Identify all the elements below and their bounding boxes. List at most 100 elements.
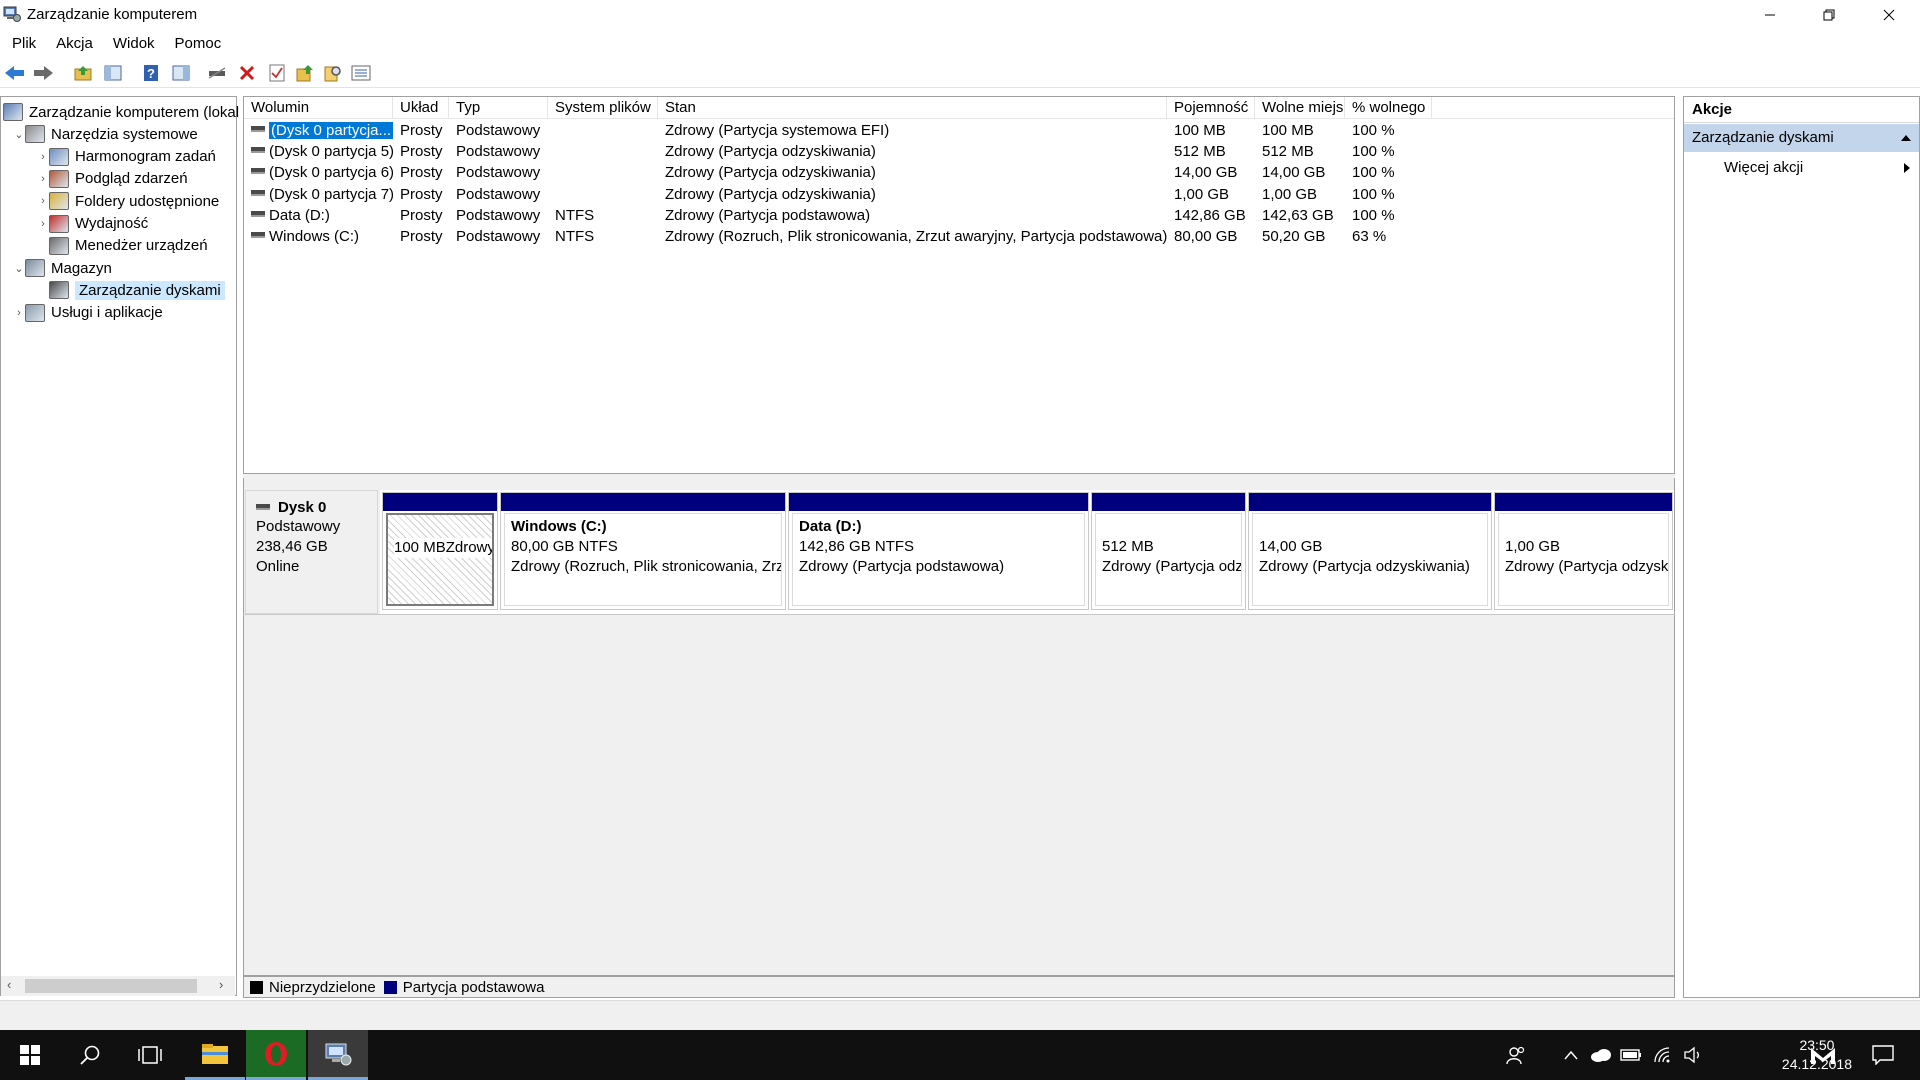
people-button[interactable] bbox=[1496, 1030, 1536, 1080]
volume-cell: Zdrowy (Partycja odzyskiwania) bbox=[665, 164, 876, 182]
volume-cell: Zdrowy (Partycja podstawowa) bbox=[665, 206, 871, 224]
actions-pane: Akcje Zarządzanie dyskami Więcej akcji bbox=[1683, 96, 1920, 998]
forward-button[interactable] bbox=[32, 62, 54, 84]
volume-button[interactable] bbox=[1676, 1030, 1710, 1080]
connect-button[interactable] bbox=[206, 62, 228, 84]
column-header[interactable]: Wolumin bbox=[244, 97, 393, 119]
menu-bar: Plik Akcja Widok Pomoc bbox=[0, 30, 1920, 57]
battery-icon bbox=[1620, 1049, 1641, 1061]
expand-chevron-icon[interactable]: ⌄ bbox=[13, 128, 25, 141]
partition-block[interactable]: 512 MB Zdrowy (Partycja odz bbox=[1091, 492, 1246, 610]
partition-block[interactable]: Windows (C:) 80,00 GB NTFS Zdrowy (Rozruch… bbox=[500, 492, 786, 610]
partition-block[interactable]: 14,00 GB Zdrowy (Partycja odzyskiwania) bbox=[1248, 492, 1492, 610]
collapse-chevron-icon[interactable]: › bbox=[37, 173, 49, 185]
menu-help[interactable]: Pomoc bbox=[175, 35, 222, 52]
collapse-chevron-icon[interactable]: › bbox=[13, 307, 25, 319]
speaker-icon bbox=[1684, 1046, 1699, 1064]
taskbar-file-explorer[interactable] bbox=[185, 1030, 245, 1080]
scroll-thumb[interactable] bbox=[25, 979, 197, 993]
volume-row[interactable]: (Dysk 0 partycja 6) Prosty Podstawowy Zdrow… bbox=[244, 162, 1674, 183]
tree-item[interactable]: › Podgląd zdarzeń bbox=[37, 168, 188, 190]
partition-status: Zdrowy (Partycja odzysk bbox=[1505, 558, 1669, 575]
taskbar-app-m[interactable] bbox=[1798, 1030, 1848, 1080]
menu-action[interactable]: Akcja bbox=[56, 35, 93, 52]
delete-button[interactable] bbox=[236, 62, 258, 84]
volume-cell: 14,00 GB bbox=[1262, 164, 1326, 182]
volume-row[interactable]: Windows (C:) Prosty Podstawowy NTFS Zdrowy (… bbox=[244, 226, 1674, 247]
find-button[interactable] bbox=[322, 62, 344, 84]
tree-item[interactable]: › Usługi i aplikacje bbox=[13, 302, 163, 324]
volume-list-header: Wolumin Układ Typ System plików Stan Pojemnoś… bbox=[244, 97, 1674, 119]
partition-block[interactable]: 1,00 GB Zdrowy (Partycja odzysk bbox=[1494, 492, 1673, 610]
properties-button[interactable] bbox=[266, 62, 288, 84]
taskbar-search-button[interactable] bbox=[60, 1030, 120, 1080]
minimize-button[interactable] bbox=[1741, 0, 1799, 30]
column-header[interactable]: % wolnego bbox=[1345, 97, 1432, 119]
show-hidden-icons-button[interactable] bbox=[1554, 1030, 1588, 1080]
tree-horizontal-scrollbar[interactable]: ‹ › bbox=[1, 976, 235, 996]
back-button[interactable] bbox=[4, 62, 26, 84]
tree-item[interactable]: Zarządzanie komputerem (lokal bbox=[3, 101, 239, 123]
tree-item[interactable]: › Harmonogram zadań bbox=[37, 146, 216, 168]
expand-chevron-icon[interactable]: ⌄ bbox=[13, 262, 25, 275]
export-icon bbox=[296, 65, 313, 82]
collapse-chevron-icon[interactable]: › bbox=[37, 218, 49, 230]
volume-cell: 100 MB bbox=[1174, 122, 1226, 139]
taskbar: 23:50 24.12.2018 bbox=[0, 1030, 1920, 1080]
menu-view[interactable]: Widok bbox=[113, 35, 155, 52]
tree-item-label: Zarządzanie dyskami bbox=[75, 280, 225, 300]
disk-0-label[interactable]: Dysk 0 Podstawowy 238,46 GB Online bbox=[245, 490, 378, 614]
action-center-button[interactable] bbox=[1858, 1030, 1908, 1080]
show-hide-tree-button[interactable] bbox=[102, 62, 124, 84]
scroll-left-icon[interactable]: ‹ bbox=[7, 977, 11, 992]
column-header[interactable]: Pojemność bbox=[1167, 97, 1255, 119]
event-viewer-icon bbox=[49, 169, 69, 188]
column-header[interactable]: Układ bbox=[393, 97, 449, 119]
volume-cell: 14,00 GB bbox=[1174, 164, 1238, 182]
help-button[interactable]: ? bbox=[140, 62, 162, 84]
taskbar-opera[interactable] bbox=[246, 1030, 306, 1080]
tree-item-label: Wydajność bbox=[75, 215, 149, 232]
close-button[interactable] bbox=[1860, 0, 1918, 30]
more-actions-item[interactable]: Więcej akcji bbox=[1684, 155, 1919, 181]
network-button[interactable] bbox=[1646, 1030, 1680, 1080]
search-icon bbox=[324, 66, 341, 82]
task-view-button[interactable] bbox=[120, 1030, 180, 1080]
onedrive-button[interactable] bbox=[1584, 1030, 1618, 1080]
export-button[interactable] bbox=[294, 62, 316, 84]
column-header[interactable]: System plików bbox=[548, 97, 658, 119]
collapse-up-icon[interactable] bbox=[1901, 134, 1911, 142]
tree-item[interactable]: ⌄ Narzędzia systemowe bbox=[13, 123, 198, 145]
collapse-chevron-icon[interactable]: › bbox=[37, 195, 49, 207]
column-header[interactable]: Typ bbox=[449, 97, 548, 119]
people-icon bbox=[1506, 1046, 1525, 1065]
start-button[interactable] bbox=[0, 1030, 60, 1080]
collapse-chevron-icon[interactable]: › bbox=[37, 151, 49, 163]
volume-cell: Zdrowy (Partycja systemowa EFI) bbox=[665, 122, 890, 139]
taskbar-computer-management[interactable] bbox=[308, 1030, 368, 1080]
tree-item[interactable]: ⌄ Magazyn bbox=[13, 257, 112, 279]
column-header[interactable]: Stan bbox=[658, 97, 1167, 119]
volume-row[interactable]: (Dysk 0 partycja... Prosty Podstawowy Zdrow… bbox=[244, 120, 1674, 141]
scroll-right-icon[interactable]: › bbox=[219, 977, 223, 992]
action-pane-button[interactable] bbox=[170, 62, 192, 84]
volume-row[interactable]: Data (D:) Prosty Podstawowy NTFS Zdrowy (Par… bbox=[244, 205, 1674, 226]
volume-list: Wolumin Układ Typ System plików Stan Pojemnoś… bbox=[243, 96, 1675, 476]
partition-block[interactable]: 100 MBZdrowy (Partyc bbox=[382, 492, 498, 610]
tree-item[interactable]: › Foldery udostępnione bbox=[37, 190, 219, 212]
column-header[interactable]: Wolne miejsce bbox=[1255, 97, 1345, 119]
restore-button[interactable] bbox=[1800, 0, 1858, 30]
window-title: Zarządzanie komputerem bbox=[27, 6, 198, 23]
list-view-button[interactable] bbox=[350, 62, 372, 84]
volume-row[interactable]: (Dysk 0 partycja 7) Prosty Podstawowy Zdrow… bbox=[244, 184, 1674, 205]
up-folder-button[interactable] bbox=[72, 62, 94, 84]
volume-row[interactable]: (Dysk 0 partycja 5) Prosty Podstawowy Zdrow… bbox=[244, 141, 1674, 162]
tree-item[interactable]: › Wydajność bbox=[37, 213, 148, 235]
battery-button[interactable] bbox=[1614, 1030, 1648, 1080]
menu-file[interactable]: Plik bbox=[12, 35, 36, 52]
tree-item[interactable]: Zarządzanie dyskami bbox=[37, 279, 225, 301]
performance-icon bbox=[49, 214, 69, 233]
partition-block[interactable]: Data (D:) 142,86 GB NTFS Zdrowy (Partycja … bbox=[788, 492, 1089, 610]
actions-section-disk-management[interactable]: Zarządzanie dyskami bbox=[1684, 124, 1919, 152]
tree-item[interactable]: Menedżer urządzeń bbox=[37, 235, 208, 257]
